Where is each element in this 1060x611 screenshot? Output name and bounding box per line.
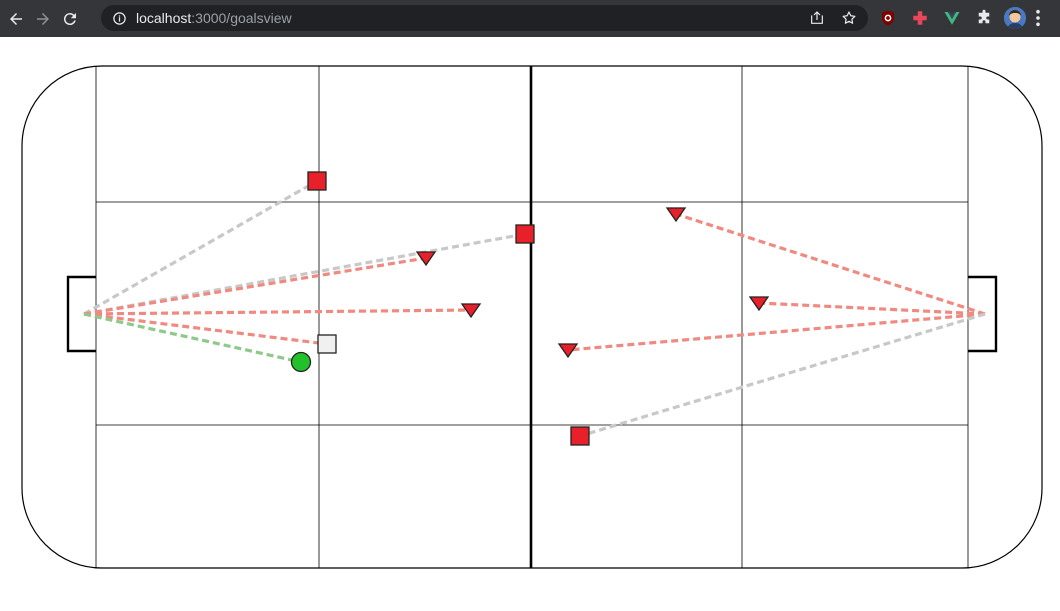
back-arrow-icon [10,12,22,25]
forward-button[interactable] [31,7,55,31]
address-bar[interactable]: localhost:3000/goalsview [101,5,868,31]
bookmark-button[interactable] [840,9,858,27]
site-info-button[interactable] [111,10,127,26]
vue-devtools-icon [944,12,960,25]
menu-dots-icon [1036,9,1040,27]
url-path: :3000/goalsview [191,10,292,26]
reload-button[interactable] [58,7,82,31]
browser-toolbar: localhost:3000/goalsview [0,0,1060,37]
shot-marker-square[interactable] [317,334,337,354]
site-info-icon [112,11,126,25]
avatar-face-icon [1004,7,1026,29]
back-button[interactable] [4,7,28,31]
vue-devtools-extension[interactable] [940,6,964,30]
bookmark-star-icon [842,11,856,24]
ublock-icon [882,10,894,26]
shot-marker-square[interactable] [515,224,535,244]
extensions-puzzle-icon [978,9,990,24]
share-icon [811,11,823,24]
shot-marker-square[interactable] [307,171,327,191]
reload-icon [63,12,76,25]
rink-diagram [21,65,1043,569]
url-host: localhost [136,10,192,26]
browser-menu-button[interactable] [1032,7,1044,29]
shot-marker-square[interactable] [570,426,590,446]
ublock-extension[interactable] [876,6,900,30]
plus-extension[interactable] [908,6,932,30]
share-button[interactable] [808,9,826,27]
forward-arrow-icon [37,12,49,25]
extensions-button[interactable] [972,6,996,30]
profile-avatar[interactable] [1004,7,1026,29]
url-text[interactable]: localhost:3000/goalsview [136,10,292,26]
shot-marker-circle[interactable] [290,351,312,373]
plus-extension-icon [913,11,927,25]
goals-view-canvas [0,37,1060,611]
